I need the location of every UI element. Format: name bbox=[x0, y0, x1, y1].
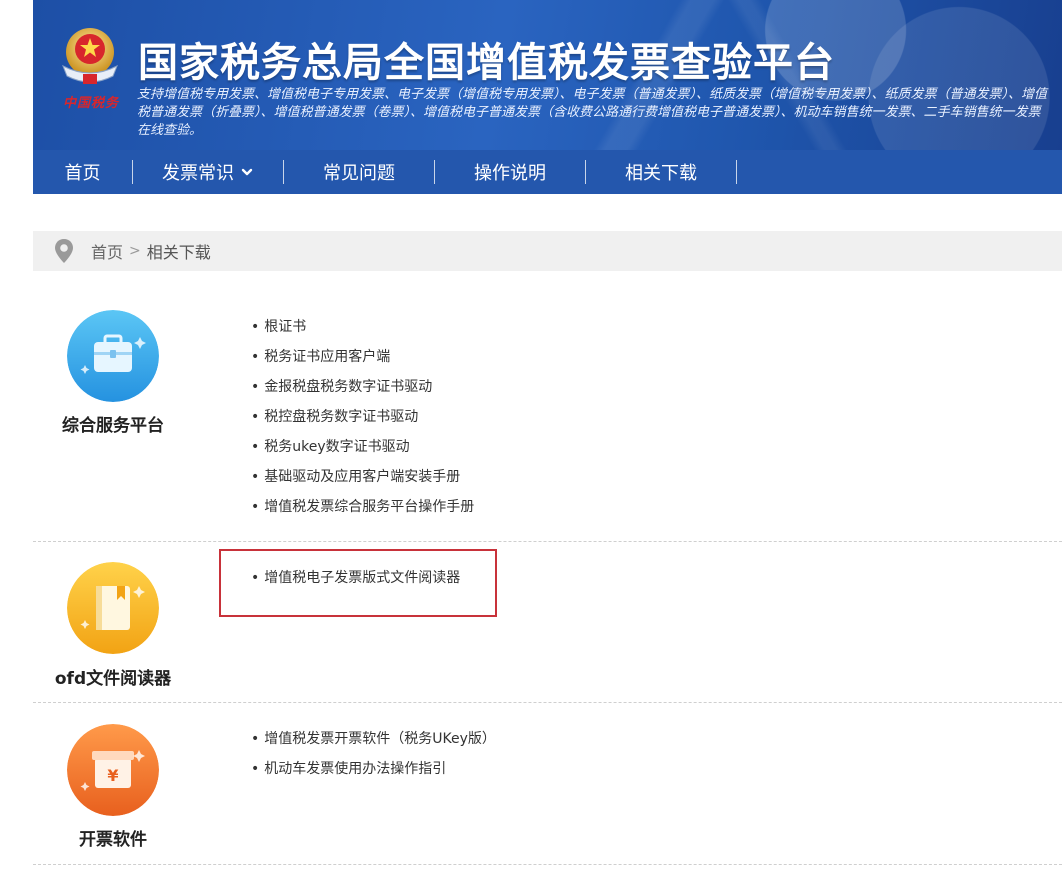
download-list: 增值税发票开票软件（税务UKey版） 机动车发票使用办法操作指引 bbox=[251, 728, 496, 788]
invoice-box-icon[interactable]: ¥ bbox=[67, 724, 159, 816]
nav-item-label: 发票常识 bbox=[162, 163, 234, 184]
nav-item-label: 首页 bbox=[64, 163, 101, 184]
main-nav: 首页 发票常识 常见问题 操作说明 相关下载 bbox=[33, 150, 1062, 194]
download-section-ofd-reader: ofd文件阅读器 增值税电子发票版式文件阅读器 bbox=[33, 542, 1062, 703]
download-section-invoicing-software: ¥ 开票软件 增值税发票开票软件（税务UKey版） 机动车发票使用办法操作指引 bbox=[33, 703, 1062, 865]
emblem-caption: 中国税务 bbox=[63, 96, 120, 111]
breadcrumb-current: 相关下载 bbox=[146, 243, 211, 262]
nav-item-label: 相关下载 bbox=[625, 163, 697, 184]
breadcrumb: 首页 > 相关下载 bbox=[33, 231, 1062, 271]
download-link[interactable]: 增值税发票开票软件（税务UKey版） bbox=[251, 728, 496, 758]
tax-emblem-icon bbox=[62, 28, 118, 84]
download-link[interactable]: 税务证书应用客户端 bbox=[251, 346, 474, 376]
book-icon[interactable] bbox=[67, 562, 159, 654]
download-link[interactable]: 税务ukey数字证书驱动 bbox=[251, 436, 474, 466]
breadcrumb-separator: > bbox=[129, 243, 141, 259]
svg-text:¥: ¥ bbox=[107, 766, 118, 785]
nav-item-invoice-knowledge[interactable]: 发票常识 bbox=[133, 160, 284, 184]
download-list: 根证书 税务证书应用客户端 金报税盘税务数字证书驱动 税控盘税务数字证书驱动 税… bbox=[251, 316, 474, 526]
nav-item-faq[interactable]: 常见问题 bbox=[284, 160, 435, 184]
nav-item-label: 操作说明 bbox=[474, 163, 546, 184]
nav-item-home[interactable]: 首页 bbox=[33, 160, 133, 184]
download-link[interactable]: 根证书 bbox=[251, 316, 474, 346]
site-title: 国家税务总局全国增值税发票查验平台 bbox=[138, 40, 835, 86]
breadcrumb-home-link[interactable]: 首页 bbox=[91, 239, 123, 263]
location-pin-icon bbox=[55, 239, 73, 263]
nav-item-downloads[interactable]: 相关下载 bbox=[586, 160, 737, 184]
download-section-service-platform: 综合服务平台 根证书 税务证书应用客户端 金报税盘税务数字证书驱动 税控盘税务数… bbox=[33, 290, 1062, 542]
download-link[interactable]: 金报税盘税务数字证书驱动 bbox=[251, 376, 474, 406]
section-label: 综合服务平台 bbox=[62, 416, 164, 436]
nav-item-instructions[interactable]: 操作说明 bbox=[435, 160, 586, 184]
chevron-down-icon bbox=[241, 168, 253, 176]
download-link[interactable]: 增值税发票综合服务平台操作手册 bbox=[251, 496, 474, 526]
download-link[interactable]: 基础驱动及应用客户端安装手册 bbox=[251, 466, 474, 496]
briefcase-icon[interactable] bbox=[67, 310, 159, 402]
header-banner: 中国税务 国家税务总局全国增值税发票查验平台 支持增值税专用发票、增值税电子专用… bbox=[33, 0, 1062, 150]
download-link[interactable]: 税控盘税务数字证书驱动 bbox=[251, 406, 474, 436]
highlight-box bbox=[219, 549, 497, 617]
nav-item-label: 常见问题 bbox=[323, 163, 395, 184]
section-label: 开票软件 bbox=[79, 830, 147, 850]
site-description: 支持增值税专用发票、增值税电子专用发票、电子发票（增值税专用发票）、电子发票（普… bbox=[137, 87, 1048, 138]
section-label: ofd文件阅读器 bbox=[54, 669, 172, 689]
download-link[interactable]: 机动车发票使用办法操作指引 bbox=[251, 758, 496, 788]
